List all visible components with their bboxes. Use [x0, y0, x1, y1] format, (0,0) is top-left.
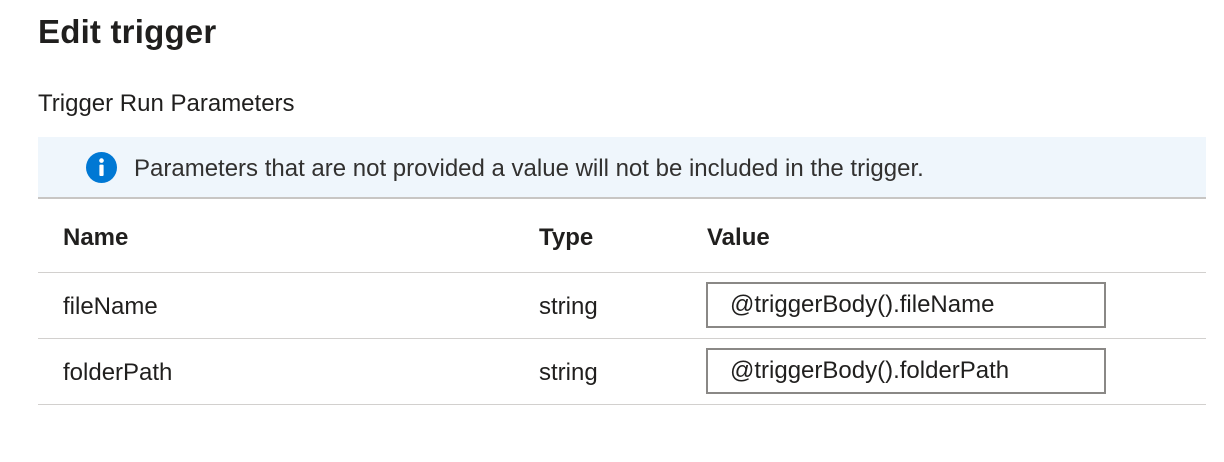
info-icon	[86, 152, 117, 183]
parameter-name: fileName	[63, 293, 158, 320]
table-row: fileName string	[38, 273, 1206, 339]
table-header-row: Name Type Value	[38, 199, 1206, 273]
parameter-type: string	[539, 293, 598, 320]
parameter-value-input-filename[interactable]	[706, 282, 1106, 328]
column-header-value: Value	[707, 224, 770, 251]
table-row: folderPath string	[38, 339, 1206, 405]
info-message-bar: Parameters that are not provided a value…	[38, 137, 1206, 199]
parameter-value-input-folderpath[interactable]	[706, 348, 1106, 394]
parameter-name: folderPath	[63, 359, 173, 386]
page-title: Edit trigger	[38, 13, 217, 50]
parameter-type: string	[539, 359, 598, 386]
section-title: Trigger Run Parameters	[38, 90, 295, 117]
edit-trigger-panel: Edit trigger Trigger Run Parameters Para…	[0, 0, 1224, 462]
column-header-name: Name	[63, 224, 129, 251]
parameters-table: Name Type Value fileName string folderPa…	[38, 199, 1206, 405]
column-header-type: Type	[539, 224, 594, 251]
info-message-text: Parameters that are not provided a value…	[134, 155, 924, 182]
